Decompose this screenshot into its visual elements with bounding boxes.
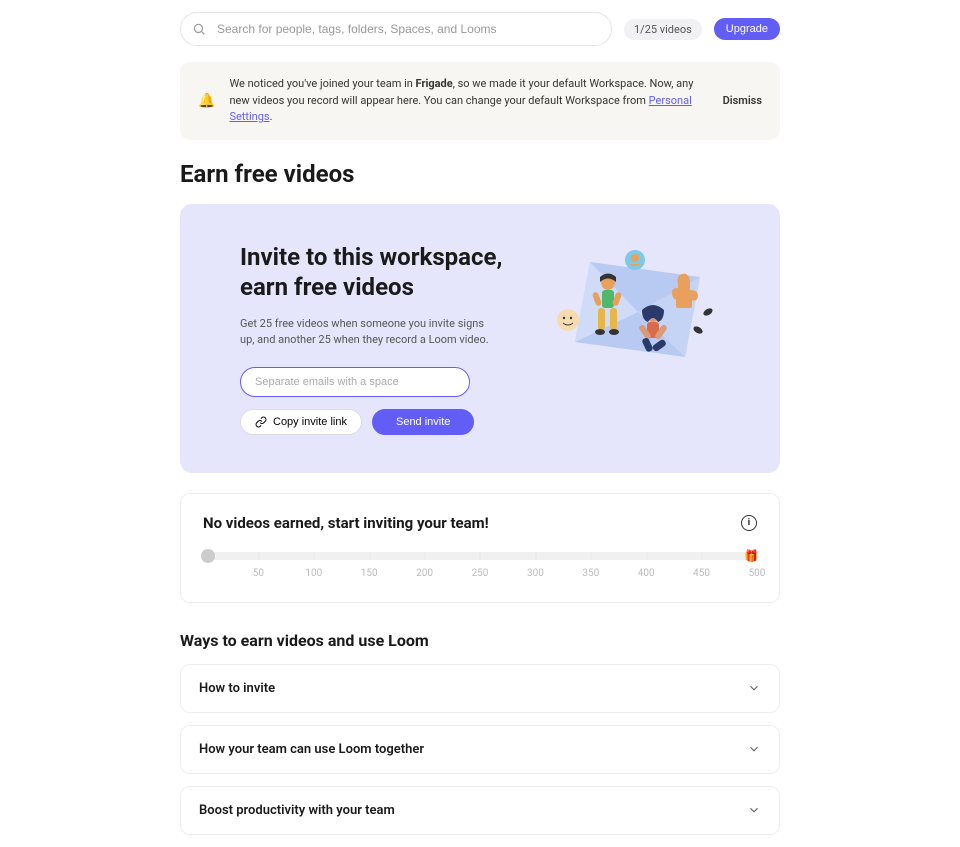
ways-title: Ways to earn videos and use Loom (180, 631, 780, 650)
tick-500: 500 (749, 568, 766, 579)
tick-350: 350 (582, 568, 599, 579)
tick-450: 450 (693, 568, 710, 579)
search-icon (192, 22, 206, 36)
progress-ticks: 50100150200250300350400450500 (203, 568, 757, 582)
send-invite-button[interactable]: Send invite (372, 409, 474, 435)
invite-title: Invite to this workspace, earn free vide… (240, 242, 520, 302)
copy-link-button[interactable]: Copy invite link (240, 409, 362, 435)
accordion-title: Boost productivity with your team (199, 803, 395, 818)
accordion-0[interactable]: How to invite (180, 664, 780, 713)
chevron-down-icon (747, 742, 761, 756)
info-icon[interactable]: i (741, 515, 757, 531)
tick-50: 50 (253, 568, 264, 579)
link-icon (255, 416, 267, 428)
tick-300: 300 (527, 568, 544, 579)
tick-250: 250 (472, 568, 489, 579)
progress-card: No videos earned, start inviting your te… (180, 493, 780, 603)
tick-100: 100 (305, 568, 322, 579)
accordion-2[interactable]: Boost productivity with your team (180, 786, 780, 835)
topbar: 1/25 videos Upgrade (180, 12, 780, 46)
invite-subtitle: Get 25 free videos when someone you invi… (240, 316, 500, 349)
bell-icon: 🔔 (198, 93, 215, 109)
workspace-notice: 🔔 We noticed you've joined your team in … (180, 62, 780, 140)
tick-400: 400 (638, 568, 655, 579)
chevron-down-icon (747, 681, 761, 695)
accordion-title: How your team can use Loom together (199, 742, 424, 757)
dismiss-button[interactable]: Dismiss (723, 94, 762, 107)
video-count-badge: 1/25 videos (624, 19, 702, 40)
tick-150: 150 (361, 568, 378, 579)
page-title: Earn free videos (180, 160, 780, 188)
invite-illustration (550, 242, 720, 372)
invite-card: Invite to this workspace, earn free vide… (180, 204, 780, 473)
upgrade-button[interactable]: Upgrade (714, 18, 780, 40)
progress-thumb (201, 549, 215, 563)
notice-text: We noticed you've joined your team in Fr… (229, 76, 708, 126)
search-wrap (180, 12, 612, 46)
accordion-1[interactable]: How your team can use Loom together (180, 725, 780, 774)
accordion-title: How to invite (199, 681, 275, 696)
search-input[interactable] (180, 12, 612, 46)
email-input[interactable] (240, 367, 470, 397)
progress-title: No videos earned, start inviting your te… (203, 514, 489, 532)
chevron-down-icon (747, 803, 761, 817)
tick-200: 200 (416, 568, 433, 579)
